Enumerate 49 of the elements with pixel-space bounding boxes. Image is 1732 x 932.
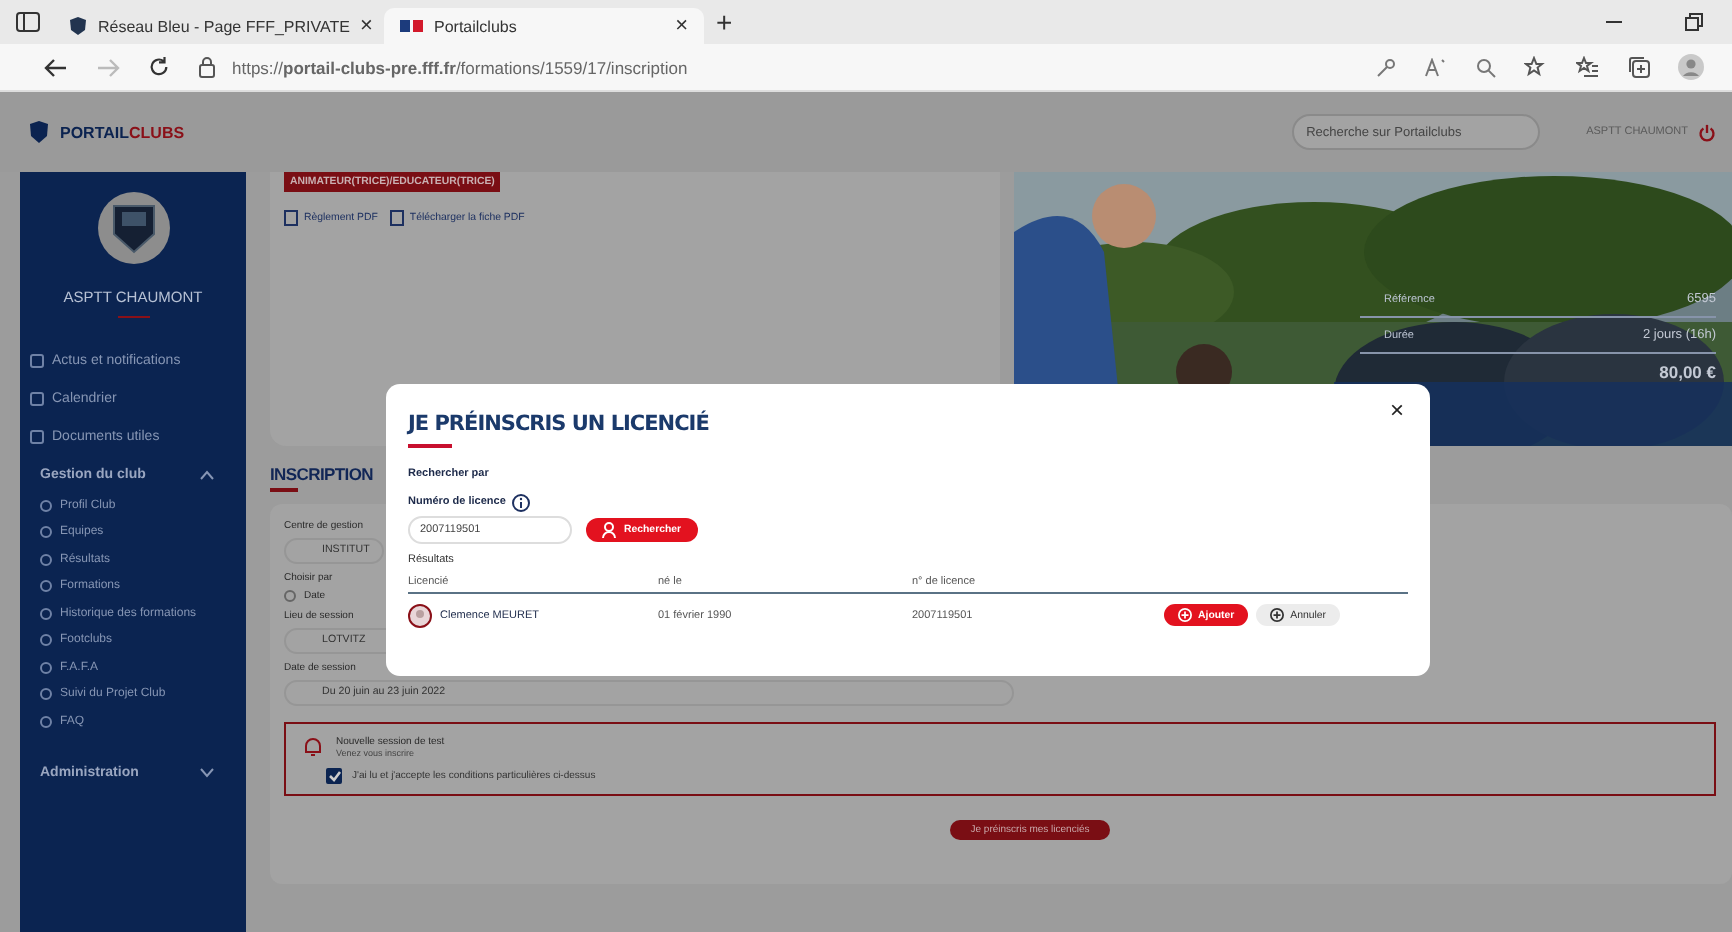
- circle-icon: [40, 553, 52, 566]
- circle-icon: [40, 715, 52, 728]
- club-crest: [97, 192, 169, 264]
- key-icon[interactable]: [1376, 57, 1396, 77]
- info-icon[interactable]: [511, 493, 530, 511]
- tab-close-icon[interactable]: ×: [675, 14, 688, 38]
- reload-icon[interactable]: [148, 56, 170, 78]
- avatar-icon: [408, 603, 432, 627]
- tab-list-icon[interactable]: [16, 12, 40, 32]
- lock-icon[interactable]: [198, 56, 216, 78]
- circle-icon: [40, 661, 52, 674]
- modal-title: JE PRÉINSCRIS UN LICENCIÉ: [408, 412, 709, 436]
- circle-icon: [40, 580, 52, 593]
- portal-logo[interactable]: PORTAILCLUBS: [60, 123, 185, 141]
- back-arrow-icon[interactable]: [44, 57, 68, 77]
- square-icon: [30, 392, 44, 406]
- browser-tab[interactable]: Réseau Bleu - Page FFF_PRIVATE ×: [52, 8, 372, 44]
- pc-logo-icon: [400, 18, 424, 34]
- circle-icon: [40, 607, 52, 620]
- bell-icon: [302, 735, 324, 757]
- restore-icon[interactable]: [1684, 12, 1704, 32]
- tab-close-icon[interactable]: ×: [359, 14, 373, 38]
- power-icon[interactable]: [1698, 123, 1716, 141]
- chevron-icon: [200, 469, 214, 479]
- circle-icon: [40, 688, 52, 701]
- person-icon: [602, 521, 616, 537]
- collections-icon[interactable]: [1628, 56, 1650, 78]
- profile-avatar-icon[interactable]: [1678, 54, 1704, 80]
- checkbox[interactable]: [326, 767, 342, 783]
- chevron-icon: [200, 768, 214, 778]
- favorites-list-icon[interactable]: [1576, 56, 1600, 78]
- browser-tab[interactable]: Portailclubs ×: [384, 8, 704, 44]
- price: 80,00 €: [1659, 362, 1716, 382]
- square-icon: [30, 354, 44, 368]
- square-icon: [30, 430, 44, 444]
- read-aloud-icon[interactable]: [1424, 57, 1448, 77]
- plus-circle-icon: [1270, 608, 1285, 622]
- plus-circle-icon: [1178, 608, 1192, 622]
- favorite-star-icon[interactable]: [1524, 56, 1548, 78]
- address-bar-url[interactable]: https://portail-clubs-pre.fff.fr/formations/1559/17/inscription: [232, 57, 688, 77]
- shield-logo-icon: [28, 120, 50, 144]
- circle-icon: [40, 499, 52, 512]
- close-button[interactable]: ×: [1383, 396, 1410, 424]
- circle-icon: [40, 634, 52, 647]
- shield-icon: [68, 16, 88, 36]
- new-tab-button[interactable]: +: [716, 6, 733, 38]
- zoom-icon[interactable]: [1476, 57, 1496, 77]
- section-title: INSCRIPTION: [270, 464, 373, 484]
- circle-icon: [40, 526, 52, 539]
